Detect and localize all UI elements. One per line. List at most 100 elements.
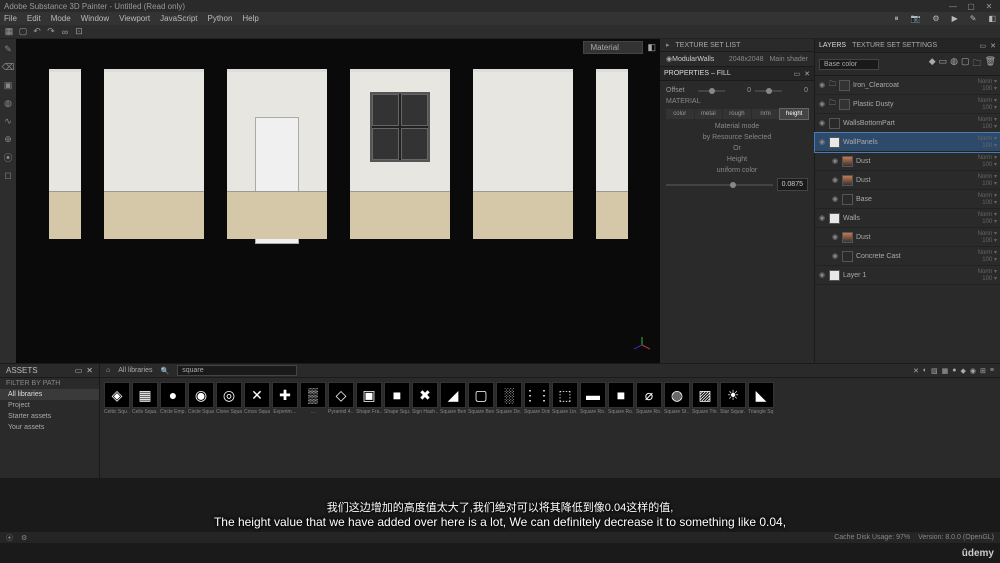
channel-color[interactable]: color xyxy=(666,109,694,119)
height-slider[interactable] xyxy=(666,184,773,186)
filter-your-assets[interactable]: Your assets xyxy=(0,422,99,433)
box-icon[interactable]: ▢ xyxy=(18,27,28,37)
camera-icon[interactable]: 📷 xyxy=(910,14,920,23)
home-icon[interactable]: ⌂ xyxy=(106,367,110,374)
asset-tile[interactable]: ✖Sign Hash… xyxy=(412,382,438,415)
height-value[interactable]: 0.0875 xyxy=(777,178,808,191)
visibility-icon[interactable]: ◉ xyxy=(818,100,826,108)
asset-tile[interactable]: ◣Triangle Sq… xyxy=(748,382,774,415)
view-grid-icon[interactable]: ⊞ xyxy=(980,367,986,375)
visibility-icon[interactable]: ◉ xyxy=(831,176,839,184)
layer-item[interactable]: ◉WallsBottomPartNorm ▾100 ▾ xyxy=(815,114,1000,133)
offset-y-slider[interactable] xyxy=(755,90,782,92)
asset-tile[interactable]: ⌀Square Ro… xyxy=(636,382,662,415)
panel-toggle-icon[interactable]: ◧ xyxy=(988,14,996,23)
layer-item[interactable]: ◉DustNorm ▾100 ▾ xyxy=(815,171,1000,190)
filter-brush-icon[interactable]: ◐ xyxy=(923,367,927,375)
channel-nrm[interactable]: nrm xyxy=(752,109,780,119)
layer-item[interactable]: ◉DustNorm ▾100 ▾ xyxy=(815,228,1000,247)
asset-tile[interactable]: ✚Experim… xyxy=(272,382,298,415)
clear-search-icon[interactable]: ✕ xyxy=(913,367,919,375)
asset-tile[interactable]: ⬚Square Lin… xyxy=(552,382,578,415)
cube-icon[interactable]: ◻ xyxy=(2,169,14,181)
view-list-icon[interactable]: ≡ xyxy=(990,367,994,375)
texture-set-row[interactable]: ◉ ModularWalls 2048x2048 Main shader xyxy=(660,52,814,67)
asset-tile[interactable]: ●Circle Emp… xyxy=(160,382,186,415)
channel-rough[interactable]: rough xyxy=(723,109,751,119)
menu-mode[interactable]: Mode xyxy=(51,14,71,23)
layer-item[interactable]: ◉Layer 1Norm ▾100 ▾ xyxy=(815,266,1000,285)
layer-item[interactable]: ◉DustNorm ▾100 ▾ xyxy=(815,152,1000,171)
menu-edit[interactable]: Edit xyxy=(27,14,41,23)
add-effect-icon[interactable]: ◆ xyxy=(929,56,936,72)
texture-set-toggle[interactable]: ▸ xyxy=(666,41,670,49)
filter-texture-icon[interactable]: ▦ xyxy=(942,367,949,375)
visibility-icon[interactable]: ◉ xyxy=(818,138,826,146)
menu-javascript[interactable]: JavaScript xyxy=(160,14,197,23)
asset-tile[interactable]: ◍Square St… xyxy=(664,382,690,415)
axis-gizmo-icon[interactable] xyxy=(632,335,652,355)
asset-tile[interactable]: ◉Circle Squa… xyxy=(188,382,214,415)
menu-viewport[interactable]: Viewport xyxy=(119,14,150,23)
assets-undock-icon[interactable]: ▭ xyxy=(75,366,83,375)
layer-item[interactable]: ◉BaseNorm ▾100 ▾ xyxy=(815,190,1000,209)
close-layers-icon[interactable]: ✕ xyxy=(990,42,996,50)
viewport-split-icon[interactable]: ◧ xyxy=(647,42,656,53)
offset-x-slider[interactable] xyxy=(698,90,725,92)
filter-env-icon[interactable]: ◉ xyxy=(970,367,976,375)
asset-tile[interactable]: ▬Square Ro… xyxy=(580,382,606,415)
channel-height[interactable]: height xyxy=(780,109,808,119)
undock-layers-icon[interactable]: ▭ xyxy=(980,42,987,50)
asset-tile[interactable]: ▣Shape Fra… xyxy=(356,382,382,415)
asset-tile[interactable]: ▨Square Thr… xyxy=(692,382,718,415)
blend-mode-dropdown[interactable]: Base color xyxy=(819,59,879,70)
filter-alpha-icon[interactable]: ▨ xyxy=(931,367,938,375)
asset-tile[interactable]: ◈Celtic Squ… xyxy=(104,382,130,415)
material-picker-icon[interactable]: ⦿ xyxy=(2,151,14,163)
visibility-icon[interactable]: ◉ xyxy=(818,214,826,222)
properties-tab[interactable]: PROPERTIES – FILL xyxy=(664,70,731,77)
asset-tile[interactable]: ░Square De… xyxy=(496,382,522,415)
asset-tile[interactable]: ✕Cross Squa… xyxy=(244,382,270,415)
filter-project[interactable]: Project xyxy=(0,400,99,411)
filter-starter[interactable]: Starter assets xyxy=(0,411,99,422)
link-icon[interactable]: ∞ xyxy=(60,27,70,37)
visibility-icon[interactable]: ◉ xyxy=(818,81,826,89)
libs-breadcrumb[interactable]: All libraries xyxy=(118,367,152,374)
asset-tile[interactable]: ▦Cells Squa… xyxy=(132,382,158,415)
viewport-3d[interactable]: Material ◧ xyxy=(16,39,660,363)
picker-icon[interactable]: ⦿ xyxy=(6,533,13,543)
asset-tile[interactable]: ■Square Ro… xyxy=(608,382,634,415)
undo-icon[interactable]: ↶ xyxy=(32,27,42,37)
add-fill-icon[interactable]: ◍ xyxy=(950,56,958,72)
undock-icon[interactable]: ▭ xyxy=(794,70,801,78)
viewport-mode-dropdown[interactable]: Material xyxy=(583,41,643,54)
delete-layer-icon[interactable]: 🗑 xyxy=(985,56,996,72)
asset-tile[interactable]: ◎Clone Squa… xyxy=(216,382,242,415)
grid-icon[interactable]: ▦ xyxy=(4,27,14,37)
minimize-button[interactable]: — xyxy=(946,2,960,11)
gear-icon[interactable]: ⚙ xyxy=(932,14,939,23)
texture-set-settings-tab[interactable]: TEXTURE SET SETTINGS xyxy=(852,42,937,49)
filter-material-icon[interactable]: ● xyxy=(952,367,956,375)
cog-icon[interactable]: ⚙ xyxy=(21,534,27,542)
layers-tab[interactable]: LAYERS xyxy=(819,42,846,49)
close-button[interactable]: ✕ xyxy=(982,2,996,11)
maximize-button[interactable]: ▢ xyxy=(964,2,978,11)
add-layer-icon[interactable]: ▢ xyxy=(961,56,970,72)
clone-tool-icon[interactable]: ⊕ xyxy=(2,133,14,145)
visibility-icon[interactable]: ◉ xyxy=(831,233,839,241)
visibility-icon[interactable]: ◉ xyxy=(831,195,839,203)
visibility-icon[interactable]: ◉ xyxy=(818,119,826,127)
assets-close-icon[interactable]: ✕ xyxy=(86,366,93,375)
asset-tile[interactable]: ⋮⋮Square Dots xyxy=(524,382,550,415)
eraser-tool-icon[interactable]: ⌫ xyxy=(2,61,14,73)
projection-tool-icon[interactable]: ▣ xyxy=(2,79,14,91)
assets-search-input[interactable] xyxy=(177,365,297,376)
visibility-icon[interactable]: ◉ xyxy=(831,252,839,260)
channel-metal[interactable]: metal xyxy=(695,109,723,119)
visibility-icon[interactable]: ◉ xyxy=(818,271,826,279)
menu-window[interactable]: Window xyxy=(81,14,109,23)
asset-tile[interactable]: ▒… xyxy=(300,382,326,415)
brush-tool-icon[interactable]: ✎ xyxy=(2,43,14,55)
